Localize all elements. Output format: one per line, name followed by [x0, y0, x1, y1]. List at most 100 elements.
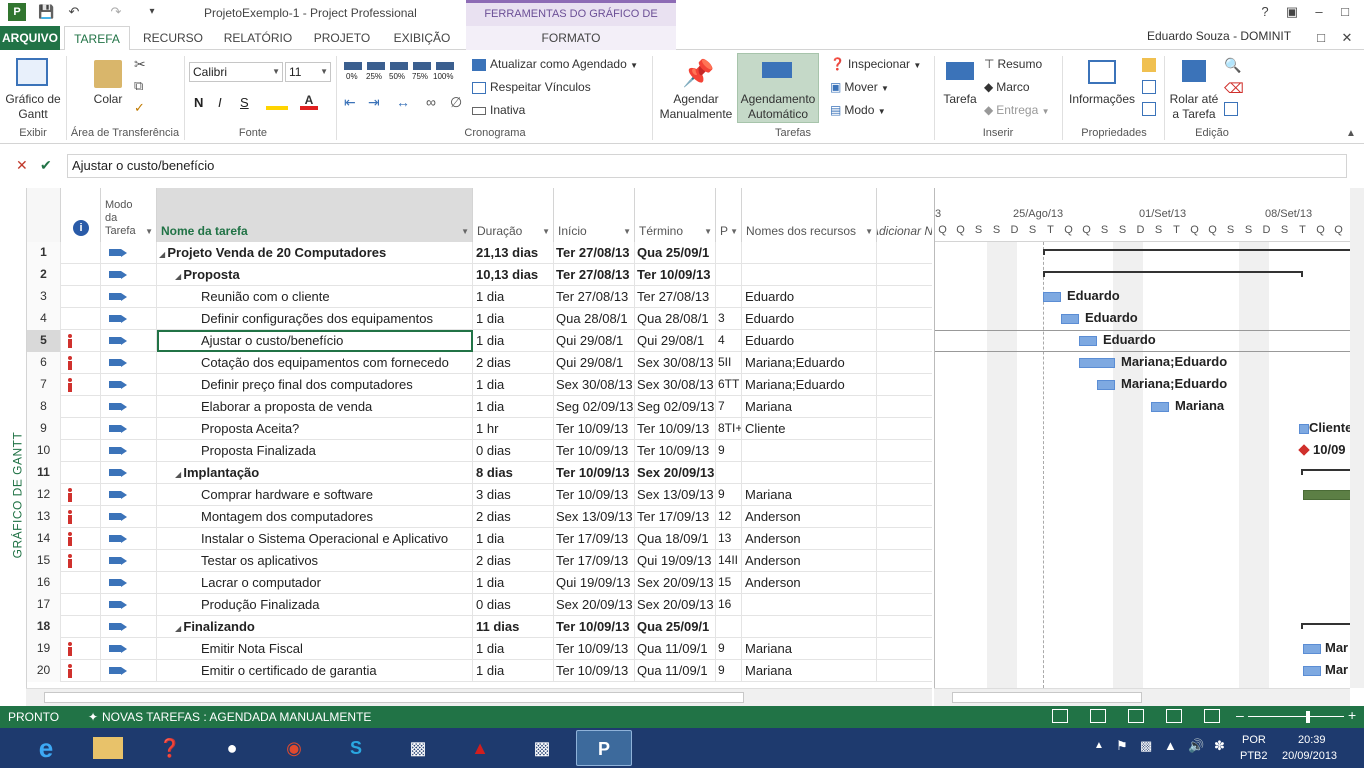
task-mode-cell[interactable]: [101, 440, 157, 462]
zoom-in-icon[interactable]: +: [1348, 707, 1356, 723]
table-row[interactable]: 11 ◢ Implantação 8 dias Ter 10/09/13 Sex 20/…: [27, 462, 932, 484]
duration-cell[interactable]: 2 dias: [473, 506, 554, 528]
start-cell[interactable]: Ter 17/09/13: [554, 528, 635, 550]
resources-cell[interactable]: Mariana;Eduardo: [742, 352, 877, 374]
start-cell[interactable]: Seg 02/09/13: [554, 396, 635, 418]
duration-cell[interactable]: 1 dia: [473, 660, 554, 682]
report-icon[interactable]: [1204, 709, 1220, 723]
details-icon[interactable]: [1142, 80, 1156, 94]
tab-exibicao[interactable]: EXIBIÇÃO: [386, 26, 458, 50]
task-mode-cell[interactable]: [101, 418, 157, 440]
predecessors-cell[interactable]: 4: [716, 330, 742, 352]
respect-links-button[interactable]: Respeitar Vínculos: [472, 80, 591, 94]
zoom-out-icon[interactable]: –: [1236, 707, 1244, 723]
add-column-cell[interactable]: [877, 418, 932, 440]
predecessors-cell[interactable]: 9: [716, 638, 742, 660]
add-column-cell[interactable]: [877, 396, 932, 418]
resources-cell[interactable]: Anderson: [742, 572, 877, 594]
finish-cell[interactable]: Qua 25/09/1: [635, 616, 716, 638]
help-app-icon[interactable]: ❓: [142, 730, 198, 766]
finish-cell[interactable]: Qui 29/08/1: [635, 330, 716, 352]
cancel-entry-icon[interactable]: ✕: [16, 157, 28, 174]
task-name-cell[interactable]: Definir preço final dos computadores: [157, 374, 473, 396]
update-as-scheduled-button[interactable]: Atualizar como Agendado ▼: [472, 57, 638, 71]
insert-task-button[interactable]: Tarefa: [940, 92, 980, 107]
media-player-icon[interactable]: ●: [204, 730, 260, 766]
finish-cell[interactable]: Qua 11/09/1: [635, 660, 716, 682]
clock-date[interactable]: 20/09/2013: [1282, 750, 1337, 762]
redo-icon[interactable]: ↷: [108, 4, 124, 20]
predecessors-cell[interactable]: 14II: [716, 550, 742, 572]
start-cell[interactable]: Sex 30/08/13: [554, 374, 635, 396]
summary-bar[interactable]: [1301, 469, 1350, 475]
undo-icon[interactable]: ↶: [66, 4, 82, 20]
task-usage-icon[interactable]: [1090, 709, 1106, 723]
task-name-cell[interactable]: Definir configurações dos equipamentos: [157, 308, 473, 330]
start-cell[interactable]: Ter 27/08/13: [554, 286, 635, 308]
add-column-cell[interactable]: [877, 330, 932, 352]
predecessors-cell[interactable]: [716, 286, 742, 308]
table-row[interactable]: 9 Proposta Aceita? 1 hr Ter 10/09/13 Ter 10/…: [27, 418, 932, 440]
resources-cell[interactable]: Mariana: [742, 638, 877, 660]
header-add-column[interactable]: Adicionar N: [877, 188, 932, 242]
table-row[interactable]: 4 Definir configurações dos equipamentos 1…: [27, 308, 932, 330]
task-mode-cell[interactable]: [101, 594, 157, 616]
table-row[interactable]: 13 Montagem dos computadores 2 dias Sex 13/…: [27, 506, 932, 528]
maximize-icon[interactable]: □: [1334, 3, 1356, 21]
task-mode-cell[interactable]: [101, 550, 157, 572]
start-cell[interactable]: Ter 10/09/13: [554, 660, 635, 682]
link-icon[interactable]: ∞: [426, 94, 436, 110]
task-bar[interactable]: [1303, 666, 1321, 676]
row-id[interactable]: 15: [27, 550, 61, 572]
finish-cell[interactable]: Ter 27/08/13: [635, 286, 716, 308]
task-mode-cell[interactable]: [101, 484, 157, 506]
row-id[interactable]: 1: [27, 242, 61, 264]
network-flag-icon[interactable]: ⚑: [1116, 738, 1128, 754]
resources-cell[interactable]: Mariana: [742, 396, 877, 418]
resource-sheet-icon[interactable]: [1166, 709, 1182, 723]
add-column-cell[interactable]: [877, 264, 932, 286]
task-mode-cell[interactable]: [101, 638, 157, 660]
predecessors-cell[interactable]: 6TT: [716, 374, 742, 396]
cut-icon[interactable]: ✂: [134, 56, 146, 73]
task-mode-cell[interactable]: [101, 528, 157, 550]
table-row[interactable]: 1 ◢ Projeto Venda de 20 Computadores 21,13…: [27, 242, 932, 264]
summary-bar[interactable]: [1043, 249, 1350, 255]
predecessors-cell[interactable]: [716, 264, 742, 286]
duration-cell[interactable]: 1 dia: [473, 396, 554, 418]
finish-cell[interactable]: Ter 17/09/13: [635, 506, 716, 528]
task-mode-cell[interactable]: [101, 616, 157, 638]
highlight-color-icon[interactable]: [266, 94, 288, 110]
add-column-cell[interactable]: [877, 506, 932, 528]
duration-cell[interactable]: 11 dias: [473, 616, 554, 638]
resources-cell[interactable]: [742, 462, 877, 484]
header-task-mode[interactable]: Modo da Tarefa ▼: [101, 188, 157, 242]
table-row[interactable]: 2 ◢ Proposta 10,13 dias Ter 27/08/13 Ter 10/…: [27, 264, 932, 286]
fill-icon[interactable]: [1224, 102, 1238, 116]
task-bar[interactable]: [1079, 358, 1115, 368]
task-name-cell[interactable]: Comprar hardware e software: [157, 484, 473, 506]
show-hidden-icons[interactable]: ▲: [1094, 740, 1104, 751]
duration-cell[interactable]: 1 dia: [473, 286, 554, 308]
header-duration[interactable]: Duração ▼: [473, 188, 554, 242]
gantt-view-icon[interactable]: [1052, 709, 1068, 723]
task-name-cell[interactable]: Proposta Aceita?: [157, 418, 473, 440]
tab-recurso[interactable]: RECURSO: [138, 26, 208, 50]
restore-ribbon-icon[interactable]: □: [1310, 29, 1332, 47]
resources-cell[interactable]: Mariana;Eduardo: [742, 374, 877, 396]
table-row[interactable]: 19 Emitir Nota Fiscal 1 dia Ter 10/09/13 Qua…: [27, 638, 932, 660]
paste-icon[interactable]: [94, 60, 122, 88]
outdent-icon[interactable]: ⇤: [344, 94, 356, 111]
manual-schedule-button[interactable]: Agendar Manualmente: [656, 92, 736, 122]
duration-cell[interactable]: 2 dias: [473, 550, 554, 572]
finish-cell[interactable]: Ter 10/09/13: [635, 264, 716, 286]
italic-button[interactable]: I: [218, 95, 222, 110]
finish-cell[interactable]: Sex 20/09/13: [635, 572, 716, 594]
header-finish[interactable]: Término ▼: [635, 188, 716, 242]
row-id[interactable]: 9: [27, 418, 61, 440]
task-mode-cell[interactable]: [101, 264, 157, 286]
row-id[interactable]: 6: [27, 352, 61, 374]
find-icon[interactable]: 🔍: [1224, 57, 1241, 74]
sheet-horizontal-scrollbar[interactable]: [26, 688, 932, 706]
task-mode-cell[interactable]: [101, 286, 157, 308]
